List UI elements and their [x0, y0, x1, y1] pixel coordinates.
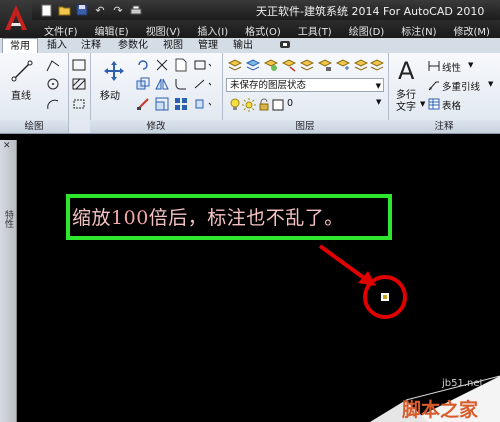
circle-icon[interactable] — [44, 75, 61, 92]
layer-previous-icon[interactable] — [368, 56, 385, 73]
layer-state-icon[interactable] — [244, 56, 261, 73]
layer-properties-icon[interactable] — [226, 56, 243, 73]
move-tool-icon[interactable] — [102, 59, 126, 83]
layer-color-swatch[interactable] — [269, 96, 286, 113]
chevron-down-icon[interactable]: ▼ — [468, 61, 473, 69]
mirror-icon[interactable] — [153, 75, 170, 92]
tab-parametric[interactable]: 参数化 — [112, 38, 154, 53]
modify-panel: 移动 修改 — [90, 53, 223, 133]
draw-extra-panel — [68, 53, 91, 133]
linear-dimension-label[interactable]: 线性 — [442, 60, 461, 74]
chevron-down-icon[interactable]: ▼ — [376, 98, 381, 106]
multileader-icon[interactable] — [428, 76, 440, 93]
dimension-grip-marker[interactable] — [381, 293, 389, 301]
annotation-text-part-2: 倍后，标注也不乱了。 — [148, 207, 344, 229]
array-icon[interactable] — [172, 95, 189, 112]
open-file-icon[interactable] — [56, 2, 72, 18]
region-icon[interactable] — [70, 95, 87, 112]
table-label[interactable]: 表格 — [442, 98, 461, 112]
tab-manage[interactable]: 管理 — [193, 38, 223, 53]
chevron-down-icon[interactable]: ▼ — [488, 80, 493, 88]
line-tool-icon[interactable] — [10, 59, 34, 83]
draw-panel-title[interactable]: 绘图 — [0, 120, 68, 133]
title-bar: ↶ ↷ 天正软件-建筑系统 2014 For AutoCAD 2010 — [0, 0, 500, 20]
tab-insert[interactable]: 插入 — [42, 38, 72, 53]
draw-panel: 直线 绘图 — [0, 53, 69, 133]
rectangle-icon[interactable] — [70, 56, 87, 73]
copy-icon[interactable] — [134, 75, 151, 92]
layer-match-icon[interactable] — [334, 56, 351, 73]
layers-panel: 未保存的图层状态 ▼ 0 ▼ 图层 — [222, 53, 389, 133]
properties-palette-label: 特性 — [3, 210, 13, 228]
ribbon-tab-bar: 常用 插入 注释 参数化 视图 管理 输出 — [0, 38, 500, 54]
multiline-text-icon[interactable]: A — [396, 57, 418, 83]
properties-palette-strip[interactable] — [0, 140, 17, 422]
tab-annotate[interactable]: 注释 — [76, 38, 106, 53]
watermark-name: 脚本之家 — [402, 399, 479, 421]
erase-icon[interactable] — [172, 56, 189, 73]
multileader-label[interactable]: 多重引线 — [442, 79, 480, 93]
annotation-panel: A 多行 文字 ▼ 线性 ▼ 多重引线 ▼ 表格 注释 — [388, 53, 500, 133]
annotation-text: 缩放100倍后，标注也不乱了。 — [72, 203, 344, 230]
explode-dropdown-icon[interactable] — [194, 75, 211, 92]
menu-modify[interactable]: 修改(M) — [454, 20, 490, 38]
modify-panel-title[interactable]: 修改 — [90, 120, 222, 133]
annotation-panel-title[interactable]: 注释 — [388, 120, 500, 133]
linear-dimension-icon[interactable] — [428, 57, 440, 74]
table-icon[interactable] — [428, 95, 440, 112]
ribbon-minimize-icon[interactable] — [278, 38, 292, 53]
callout-arrow-icon — [318, 244, 407, 319]
undo-icon[interactable]: ↶ — [92, 2, 108, 18]
redo-icon[interactable]: ↷ — [110, 2, 126, 18]
quick-access-toolbar: ↶ ↷ — [38, 2, 144, 18]
ribbon: 直线 绘图 移动 修改 未保存的图层状态 ▼ 0 ▼ 图层 A 多行 文字 ▼ … — [0, 53, 500, 134]
close-icon[interactable]: ✕ — [3, 142, 12, 151]
chevron-down-icon: ▼ — [375, 82, 381, 90]
layer-state-dropdown[interactable]: 未保存的图层状态 ▼ — [226, 78, 384, 92]
tab-home[interactable]: 常用 — [2, 38, 38, 54]
move-tool-label: 移动 — [100, 91, 120, 102]
chevron-down-icon[interactable]: ▼ — [420, 100, 425, 108]
menu-file[interactable]: 文件(F) — [44, 20, 78, 38]
menu-edit[interactable]: 编辑(E) — [95, 20, 129, 38]
scale-icon[interactable] — [153, 95, 170, 112]
menu-tools[interactable]: 工具(T) — [298, 20, 332, 38]
trim-icon[interactable] — [153, 56, 170, 73]
menu-bar: 文件(F) 编辑(E) 视图(V) 插入(I) 格式(O) 工具(T) 绘图(D… — [32, 20, 500, 38]
menu-format[interactable]: 格式(O) — [245, 20, 281, 38]
multiline-text-label-2: 文字 — [396, 102, 416, 113]
current-layer-name[interactable]: 0 — [287, 98, 293, 109]
annotation-text-number: 100 — [111, 207, 149, 229]
fillet-icon[interactable] — [172, 75, 189, 92]
tab-output[interactable]: 输出 — [228, 38, 258, 53]
menu-insert[interactable]: 插入(I) — [197, 20, 228, 38]
offset-dropdown-icon[interactable] — [194, 56, 211, 73]
layer-lock-icon[interactable] — [316, 56, 333, 73]
menu-draw[interactable]: 绘图(D) — [349, 20, 385, 38]
new-file-icon[interactable] — [38, 2, 54, 18]
layer-state-value: 未保存的图层状态 — [230, 80, 307, 91]
menu-dimension[interactable]: 标注(N) — [401, 20, 436, 38]
watermark-url: jb51.net — [442, 378, 484, 389]
tab-view[interactable]: 视图 — [158, 38, 188, 53]
layer-freeze-icon[interactable] — [280, 56, 297, 73]
extend-dropdown-icon[interactable] — [194, 95, 211, 112]
rotate-icon[interactable] — [134, 56, 151, 73]
polyline-icon[interactable] — [44, 56, 61, 73]
hatch-icon[interactable] — [70, 75, 87, 92]
menu-view[interactable]: 视图(V) — [146, 20, 181, 38]
stretch-icon[interactable] — [134, 95, 151, 112]
svg-text:A: A — [398, 57, 415, 83]
print-icon[interactable] — [128, 2, 144, 18]
layer-off-icon[interactable] — [298, 56, 315, 73]
layers-panel-title[interactable]: 图层 — [222, 120, 388, 133]
save-icon[interactable] — [74, 2, 90, 18]
window-title: 天正软件-建筑系统 2014 For AutoCAD 2010 — [256, 5, 485, 18]
autocad-logo-icon[interactable] — [0, 0, 32, 38]
annotation-text-part-1: 缩放 — [72, 207, 112, 229]
layer-walk-icon[interactable] — [352, 56, 369, 73]
arc-icon[interactable] — [44, 95, 61, 112]
layer-isolate-icon[interactable] — [262, 56, 279, 73]
line-tool-label: 直线 — [11, 91, 31, 102]
